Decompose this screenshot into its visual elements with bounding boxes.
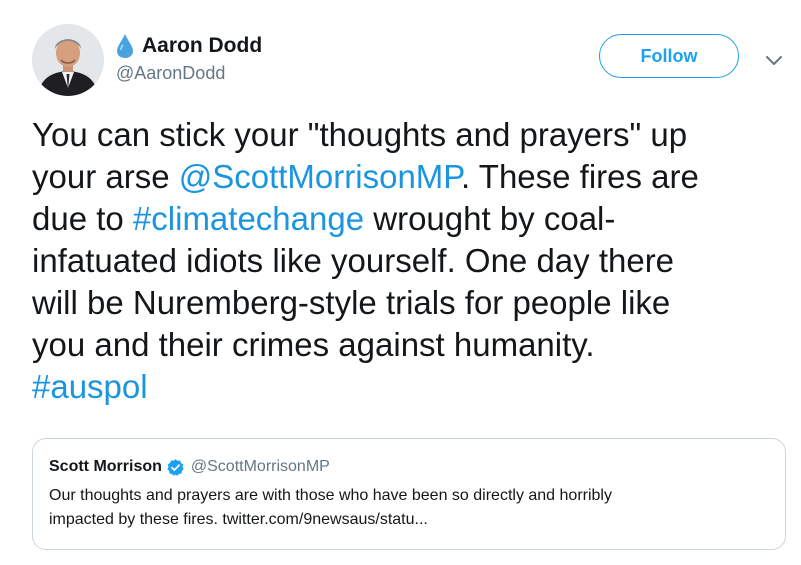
avatar[interactable]	[32, 24, 104, 96]
tweet-text-segment: will be Nuremberg-style trials for peopl…	[32, 284, 671, 321]
hashtag-link[interactable]: #climatechange	[133, 200, 364, 237]
hashtag-link[interactable]: #auspol	[32, 368, 148, 405]
tweet-line: your arse @ScottMorrisonMP. These fires …	[32, 156, 782, 198]
tweet-line: will be Nuremberg-style trials for peopl…	[32, 282, 782, 324]
quoted-tweet-line: impacted by these fires. twitter.com/9ne…	[49, 511, 428, 528]
tweet-line: infatuated idiots like yourself. One day…	[32, 240, 782, 282]
tweet-text-segment: due to	[32, 200, 133, 237]
tweet-text-segment: . These fires are	[461, 158, 699, 195]
water-drop-icon	[117, 34, 133, 58]
tweet-text-segment: infatuated idiots like yourself. One day…	[32, 242, 675, 279]
author-display-name[interactable]: Aaron Dodd	[142, 33, 262, 59]
tweet-text-segment: your arse	[32, 158, 179, 195]
avatar-image	[32, 24, 104, 96]
quoted-author-handle: @ScottMorrisonMP	[190, 458, 330, 475]
tweet-text-segment: wrought by coal-	[364, 200, 616, 237]
tweet-line: due to #climatechange wrought by coal-	[32, 198, 782, 240]
tweet-text: You can stick your "thoughts and prayers…	[32, 114, 782, 408]
quoted-tweet-line: Our thoughts and prayers are with those …	[49, 487, 612, 504]
mention-link[interactable]: @ScottMorrisonMP	[179, 158, 461, 195]
tweet-text-segment: You can stick your "thoughts and prayers…	[32, 116, 688, 153]
author-name-row[interactable]: Aaron Dodd	[116, 31, 262, 61]
quoted-tweet-header: Scott Morrison @ScottMorrisonMP	[49, 456, 769, 478]
quoted-tweet-text: Our thoughts and prayers are with those …	[49, 484, 769, 532]
quoted-author-name: Scott Morrison	[49, 458, 162, 475]
chevron-down-icon	[766, 56, 782, 65]
tweet-line: You can stick your "thoughts and prayers…	[32, 114, 782, 156]
tweet-line: you and their crimes against humanity.	[32, 324, 782, 366]
follow-button[interactable]: Follow	[599, 34, 739, 78]
quoted-tweet-card[interactable]: Scott Morrison @ScottMorrisonMP Our thou…	[32, 438, 786, 550]
tweet-card: Aaron Dodd @AaronDodd Follow You can sti…	[0, 0, 801, 565]
more-menu-button[interactable]	[762, 48, 786, 72]
tweet-text-segment: you and their crimes against humanity.	[32, 326, 595, 363]
verified-badge-icon	[167, 458, 184, 476]
author-handle[interactable]: @AaronDodd	[116, 62, 225, 84]
tweet-line: #auspol	[32, 366, 782, 408]
